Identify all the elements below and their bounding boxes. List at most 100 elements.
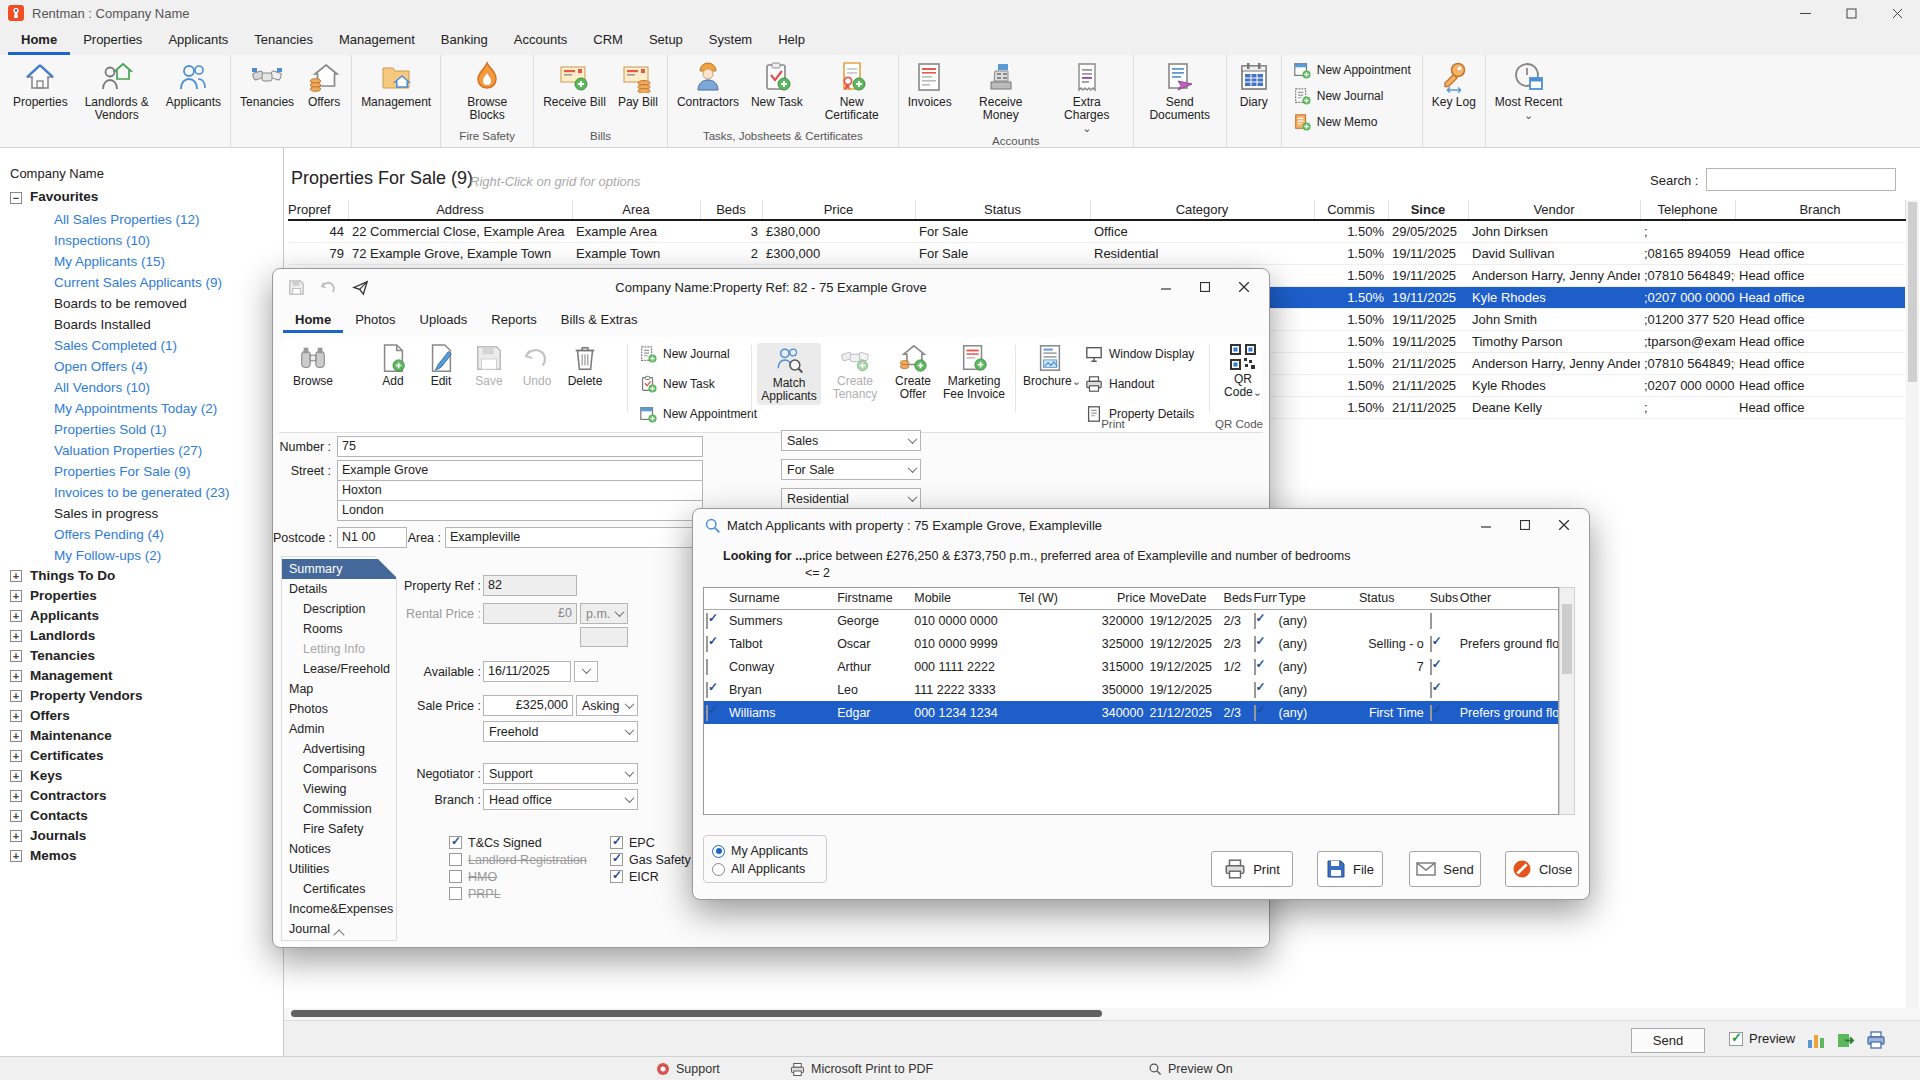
maximize-button[interactable] — [1828, 0, 1874, 26]
tab-uploads[interactable]: Uploads — [408, 307, 480, 333]
ribbon-new-task-button[interactable]: New Task — [745, 57, 809, 109]
ribbon-new-appointment-button[interactable]: New Appointment — [1293, 60, 1411, 80]
status-support[interactable]: Support — [656, 1057, 720, 1080]
sidebar-favourite-item[interactable]: My Applicants (15) — [0, 251, 283, 272]
forsale-combo[interactable]: For Sale — [781, 459, 921, 480]
sidebar-section[interactable]: +Contractors — [0, 786, 283, 806]
ribbon-applicants-button[interactable]: Applicants — [160, 57, 227, 109]
ribbon-landlords-vendors-button[interactable]: Landlords & Vendors — [74, 57, 160, 122]
sidebar-favourite-item[interactable]: Current Sales Applicants (9) — [0, 272, 283, 293]
file-button[interactable]: File — [1317, 851, 1383, 887]
search-input[interactable] — [1706, 168, 1896, 191]
postcode-field[interactable]: N1 00 — [337, 527, 407, 548]
ribbon-contractors-button[interactable]: Contractors — [671, 57, 745, 109]
ribbon-new-certificate-button[interactable]: New Certificate — [809, 57, 895, 122]
sidebar-section[interactable]: +Landlords — [0, 626, 283, 646]
tab-photos[interactable]: Photos — [343, 307, 407, 333]
checkbox-row[interactable]: PRPL — [449, 885, 587, 902]
brochure-button[interactable]: Brochure — [1023, 343, 1077, 388]
nav-item[interactable]: Admin — [282, 719, 396, 739]
ribbon-new-journal-button[interactable]: New Journal — [1293, 86, 1411, 106]
menu-tenancies[interactable]: Tenancies — [241, 26, 326, 55]
expand-icon[interactable]: + — [10, 730, 22, 742]
expand-icon[interactable]: + — [10, 650, 22, 662]
expand-icon[interactable]: + — [10, 570, 22, 582]
expand-icon[interactable]: + — [10, 610, 22, 622]
sidebar-favourite-item[interactable]: Boards to be removed — [0, 293, 283, 314]
sidebar-section[interactable]: +Things To Do — [0, 566, 283, 586]
grid-vertical-scrollbar[interactable] — [1906, 200, 1919, 1008]
create-offer-button[interactable]: Create Offer — [889, 343, 937, 401]
sidebar-favourite-item[interactable]: My Follow-ups (2) — [0, 545, 283, 566]
sidebar-favourites-header[interactable]: −Favourites — [0, 187, 283, 209]
expand-icon[interactable]: + — [10, 790, 22, 802]
menu-applicants[interactable]: Applicants — [155, 26, 241, 55]
ribbon-tenancies-button[interactable]: Tenancies — [234, 57, 300, 109]
dialog-minimize-button[interactable] — [1151, 276, 1181, 298]
sidebar-favourite-item[interactable]: Valuation Properties (27) — [0, 440, 283, 461]
nav-scroll-up-icon[interactable] — [281, 931, 397, 939]
tab-home[interactable]: Home — [283, 307, 343, 333]
menu-help[interactable]: Help — [765, 26, 818, 55]
branch-combo[interactable]: Head office — [483, 789, 638, 810]
checkbox-row[interactable]: EPC — [610, 834, 691, 851]
print-icon[interactable] — [1866, 1030, 1886, 1050]
menu-properties[interactable]: Properties — [70, 26, 155, 55]
ribbon-diary-button[interactable]: Diary — [1230, 57, 1278, 109]
sidebar-section[interactable]: +Certificates — [0, 746, 283, 766]
ribbon-receive-money-button[interactable]: Receive Money — [958, 57, 1044, 122]
nav-item[interactable]: Advertising — [282, 739, 396, 759]
applicants-header[interactable]: SurnameFirstnameMobileTel (W)PriceMoveDa… — [704, 588, 1558, 609]
export-icon[interactable] — [1836, 1030, 1856, 1050]
rental-unit-secondary-field[interactable] — [580, 627, 628, 647]
nav-item[interactable]: Certificates — [282, 879, 396, 899]
new-appointment-button[interactable]: New Appointment — [639, 405, 757, 423]
ribbon-properties-button[interactable]: Properties — [7, 57, 74, 109]
sidebar-section[interactable]: +Property Vendors — [0, 686, 283, 706]
ribbon-send-documents-button[interactable]: Send Documents — [1137, 57, 1223, 122]
menu-crm[interactable]: CRM — [580, 26, 636, 55]
grid-horizontal-scrollbar[interactable] — [284, 1008, 1920, 1020]
menu-management[interactable]: Management — [326, 26, 428, 55]
expand-icon[interactable]: + — [10, 690, 22, 702]
menu-banking[interactable]: Banking — [428, 26, 501, 55]
available-dropdown-button[interactable] — [574, 661, 598, 682]
table-header[interactable]: ProprefAddressAreaBedsPriceStatusCategor… — [288, 200, 1905, 220]
sidebar-favourite-item[interactable]: Properties Sold (1) — [0, 419, 283, 440]
tab-bills-extras[interactable]: Bills & Extras — [549, 307, 650, 333]
applicant-row[interactable]: ConwayArthur000 1111 222231500019/12/202… — [704, 655, 1558, 678]
browse-button[interactable]: Browse — [287, 343, 339, 388]
handout-button[interactable]: Handout — [1085, 375, 1154, 393]
sidebar-company-name[interactable]: Company Name — [0, 164, 283, 187]
match-maximize-button[interactable] — [1510, 514, 1540, 536]
expand-icon[interactable]: + — [10, 850, 22, 862]
marketing-fee-invoice-button[interactable]: Marketing Fee Invoice — [941, 343, 1007, 401]
menu-home[interactable]: Home — [8, 26, 70, 55]
applicants-scrollbar[interactable] — [1559, 587, 1575, 815]
ribbon-management-button[interactable]: Management — [355, 57, 437, 109]
window-display-button[interactable]: Window Display — [1085, 345, 1194, 363]
sidebar-favourite-item[interactable]: Sales Completed (1) — [0, 335, 283, 356]
sidebar-section[interactable]: +Offers — [0, 706, 283, 726]
ribbon-most-recent-button[interactable]: Most Recent — [1489, 57, 1568, 122]
available-field[interactable]: 16/11/2025 — [483, 661, 571, 682]
nav-item[interactable]: Fire Safety — [282, 819, 396, 839]
ribbon-invoices-button[interactable]: Invoices — [902, 57, 958, 109]
applicant-row[interactable]: WilliamsEdgar000 1234 123434000021/12/20… — [704, 701, 1558, 724]
checkbox-row[interactable]: T&Cs Signed — [449, 834, 587, 851]
status-preview[interactable]: Preview On — [1148, 1057, 1233, 1080]
close-button-dialog[interactable]: Close — [1505, 851, 1579, 887]
expand-icon[interactable]: + — [10, 710, 22, 722]
menu-setup[interactable]: Setup — [636, 26, 696, 55]
add-button[interactable]: Add — [367, 343, 419, 388]
checkbox-row[interactable]: Gas Safety — [610, 851, 691, 868]
sales-combo[interactable]: Sales — [781, 430, 921, 451]
sidebar-favourite-item[interactable]: All Vendors (10) — [0, 377, 283, 398]
sidebar-section[interactable]: +Maintenance — [0, 726, 283, 746]
collapse-icon[interactable]: − — [10, 192, 22, 204]
new-journal-button[interactable]: New Journal — [639, 345, 730, 363]
edit-button[interactable]: Edit — [415, 343, 467, 388]
area-field[interactable]: Exampleville — [445, 527, 701, 548]
rental-price-field[interactable]: £0 — [483, 603, 577, 624]
sidebar-favourite-item[interactable]: Open Offers (4) — [0, 356, 283, 377]
